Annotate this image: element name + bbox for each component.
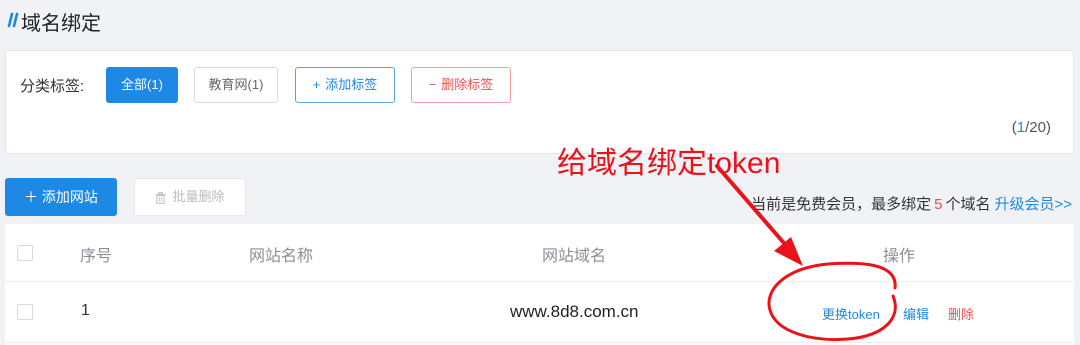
add-tag-button[interactable]: + 添加标签 [295,67,395,103]
add-tag-label: 添加标签 [325,77,378,92]
column-header-ops: 操作 [883,248,916,265]
tag-count: (1/20) [1012,119,1051,136]
column-header-no: 序号 [80,248,113,265]
select-all-checkbox[interactable] [17,245,33,261]
filter-label: 分类标签: [20,78,85,95]
tag-education[interactable]: 教育网(1) [194,67,278,103]
membership-text: 当前是免费会员，最多绑定 [751,196,932,213]
edit-link[interactable]: 编辑 [903,304,929,323]
delete-tag-label: 删除标签 [441,77,494,92]
membership-text-after: 个域名 [945,196,991,213]
batch-delete-label: 批量删除 [172,189,225,204]
change-token-link[interactable]: 更换token [822,304,880,323]
table-header: 序号 网站名称 网站域名 操作 [5,224,1074,282]
title-mark-icon [7,12,19,28]
minus-icon: − [428,77,437,92]
trash-icon [155,191,166,204]
count-total: /20) [1025,119,1051,136]
row-checkbox[interactable] [17,304,33,320]
delete-tag-button[interactable]: − 删除标签 [411,67,511,103]
count-current: 1 [1016,119,1026,136]
cell-domain: www.8d8.com.cn [510,302,639,321]
membership-limit: 5 [934,196,943,213]
membership-notice: 当前是免费会员，最多绑定 5 个域名 升级会员>> [751,193,1072,214]
batch-delete-button[interactable]: 批量删除 [134,178,246,216]
column-header-name: 网站名称 [249,248,314,265]
upgrade-link[interactable]: 升级会员>> [990,196,1072,213]
sites-table: 序号 网站名称 网站域名 操作 1 www.8d8.com.cn 更换token… [5,224,1074,345]
column-header-domain: 网站域名 [542,248,607,265]
plus-icon: + [312,77,321,92]
page-title: 域名绑定 [21,13,101,35]
delete-link[interactable]: 删除 [948,304,974,323]
cell-no: 1 [81,302,90,319]
tag-all[interactable]: 全部(1) [106,67,178,103]
page-header: 域名绑定 [0,0,1080,42]
annotation-text: 给域名绑定token [557,147,781,180]
table-row: 1 www.8d8.com.cn 更换token 编辑 删除 [5,282,1074,343]
filter-card: 分类标签: 全部(1) 教育网(1) + 添加标签 − 删除标签 (1/20) [5,50,1074,154]
add-site-button[interactable]: ＋ 添加网站 [5,178,117,216]
